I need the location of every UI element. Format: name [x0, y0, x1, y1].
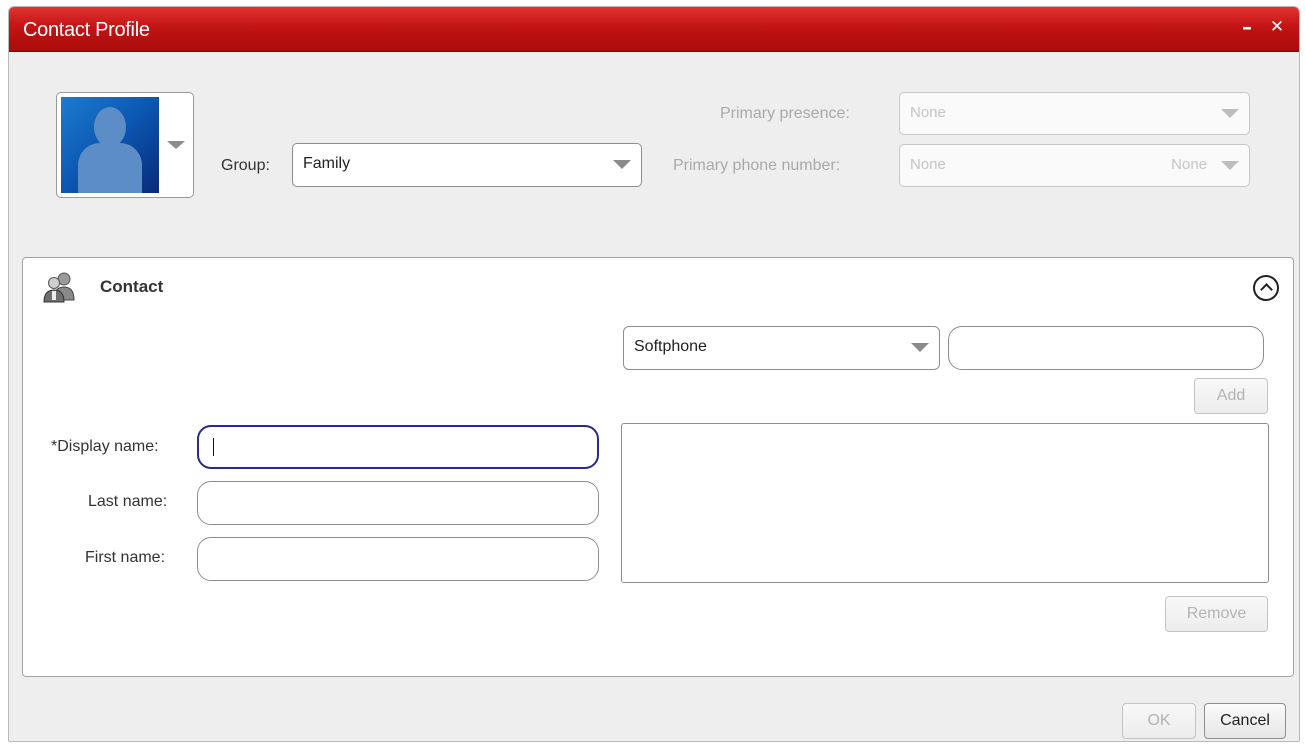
first-name-label: First name:	[85, 549, 166, 566]
phone-number-field[interactable]	[948, 326, 1264, 370]
contact-section: Contact Softphone Add *Display name: Las…	[22, 257, 1294, 677]
remove-button[interactable]: Remove	[1165, 596, 1268, 632]
chevron-down-icon	[1221, 109, 1239, 118]
group-label: Group:	[221, 157, 270, 174]
primary-phone-type: None	[1171, 156, 1207, 173]
display-name-field[interactable]	[197, 425, 599, 469]
phone-number-input[interactable]	[961, 333, 1251, 361]
primary-phone-label: Primary phone number:	[673, 157, 841, 174]
section-title: Contact	[100, 277, 164, 296]
person-silhouette-icon	[61, 97, 159, 193]
first-name-input[interactable]	[210, 544, 586, 572]
primary-presence-select[interactable]: None	[899, 92, 1250, 135]
group-select[interactable]: Family	[292, 143, 642, 187]
display-name-label: *Display name:	[51, 438, 159, 455]
last-name-label: Last name:	[88, 493, 168, 510]
text-cursor	[213, 438, 214, 456]
ok-button[interactable]: OK	[1122, 703, 1196, 739]
group-select-value: Family	[303, 155, 351, 172]
close-icon[interactable]: ✕	[1267, 17, 1287, 37]
chevron-down-icon	[1221, 161, 1239, 170]
last-name-input[interactable]	[210, 488, 586, 516]
primary-presence-label: Primary presence:	[720, 105, 850, 122]
chevron-down-icon[interactable]	[167, 141, 185, 149]
window-title: Contact Profile	[23, 19, 150, 41]
display-name-input[interactable]	[211, 433, 585, 461]
phone-type-select[interactable]: Softphone	[623, 326, 940, 370]
chevron-down-icon	[613, 160, 631, 169]
chevron-down-icon	[911, 343, 929, 352]
add-button[interactable]: Add	[1194, 378, 1268, 414]
cancel-button[interactable]: Cancel	[1204, 703, 1286, 739]
phone-type-value: Softphone	[634, 338, 707, 355]
title-bar[interactable]: Contact Profile – ✕	[9, 7, 1299, 52]
primary-presence-value: None	[910, 104, 946, 121]
chevron-up-circle-icon[interactable]	[1253, 275, 1279, 301]
minimize-icon[interactable]: –	[1237, 15, 1257, 39]
primary-phone-select[interactable]: None None	[899, 144, 1250, 187]
last-name-field[interactable]	[197, 481, 599, 525]
phone-numbers-list[interactable]	[621, 423, 1269, 583]
contacts-group-icon	[43, 272, 75, 303]
first-name-field[interactable]	[197, 537, 599, 581]
contact-profile-dialog: Contact Profile – ✕ Group: Family Primar…	[8, 6, 1300, 742]
avatar-picker[interactable]	[56, 92, 194, 198]
primary-phone-value: None	[910, 156, 946, 173]
